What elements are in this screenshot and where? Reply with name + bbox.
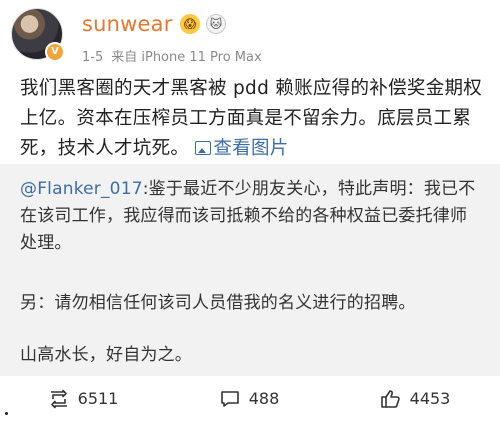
screaming-face-icon: 😱 (180, 14, 200, 34)
repost-paragraph-1: @Flanker_017:鉴于最近不少朋友关心，特此声明：我已不在该司工作，我应… (20, 176, 482, 257)
post-date: 1-5 (82, 50, 104, 65)
stray-dot (5, 412, 8, 415)
action-bar: 6511 488 4453 (0, 376, 500, 421)
post-source: 来自 iPhone 11 Pro Max (111, 50, 262, 65)
repost-icon (50, 389, 67, 408)
repost-count: 6511 (77, 389, 119, 408)
like-count: 4453 (409, 389, 451, 408)
post-header: V sunwear 😱 🐱 1-5 来自 iPhone 11 Pro Max (0, 0, 500, 70)
avatar-container[interactable]: V (11, 8, 65, 62)
cat-face-icon: 🐱 (206, 14, 226, 34)
repost-paragraph-2: 另：请勿相信任何该司人员借我的名义进行的招聘。 (20, 293, 416, 313)
image-icon (195, 141, 212, 155)
comment-icon (220, 390, 239, 407)
repost-box[interactable]: @Flanker_017:鉴于最近不少朋友关心，特此声明：我已不在该司工作，我应… (0, 164, 500, 376)
repost-paragraph-3: 山高水长，好自为之。 (20, 345, 192, 365)
post-body: 我们黑客圈的天才黑客被 pdd 赖账应得的补偿奖金期权上亿。资本在压榨员工方面真… (20, 74, 488, 164)
comment-button[interactable]: 488 (166, 389, 332, 409)
repost-button[interactable]: 6511 (0, 389, 166, 409)
view-image-link[interactable]: 查看图片 (195, 138, 288, 159)
mention-link[interactable]: @Flanker_017 (20, 179, 143, 199)
comment-count: 488 (248, 389, 280, 408)
like-button[interactable]: 4453 (332, 389, 498, 409)
view-image-label: 查看图片 (213, 138, 289, 159)
post-meta: 1-5 来自 iPhone 11 Pro Max (82, 46, 270, 65)
verified-badge-icon: V (45, 42, 65, 62)
thumbs-up-icon (380, 389, 400, 408)
username[interactable]: sunwear (82, 12, 173, 36)
